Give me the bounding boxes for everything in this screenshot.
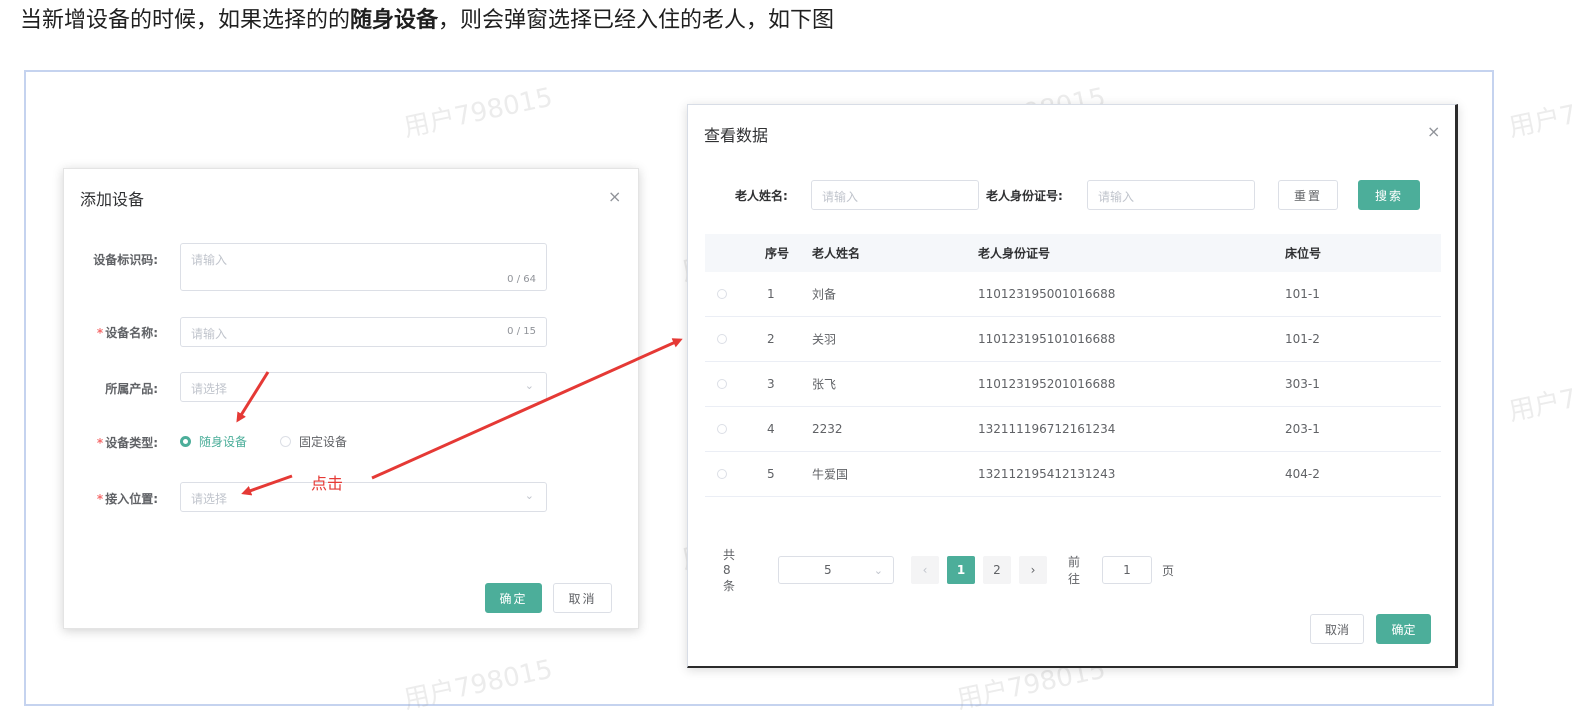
click-annotation: 点击	[311, 474, 344, 493]
table-row[interactable]: 1 刘备 110123195001016688 101-1	[705, 272, 1441, 317]
column-header: 序号	[765, 246, 790, 261]
view-data-dialog: 查看数据 × 老人姓名: 请输入 老人身份证号: 请输入 重置 搜索 序号 老人…	[687, 104, 1458, 668]
placeholder: 请输入	[191, 327, 228, 341]
table-row[interactable]: 4 2232 132111196712161234 203-1	[705, 407, 1441, 452]
elder-id-label: 老人身份证号:	[986, 189, 1063, 203]
dialog-title: 添加设备	[80, 190, 145, 209]
radio-unchecked-icon	[280, 436, 291, 447]
row-radio[interactable]	[717, 379, 727, 389]
confirm-button[interactable]: 确定	[1376, 614, 1431, 644]
confirm-button[interactable]: 确定	[485, 583, 542, 613]
row-radio[interactable]	[717, 289, 727, 299]
page-size-select[interactable]: 5 ⌄	[778, 556, 894, 584]
watermark: 用户798015	[1506, 82, 1572, 144]
cancel-button[interactable]: 取消	[553, 583, 612, 613]
placeholder: 请选择	[191, 492, 228, 506]
device-code-input[interactable]: 请输入 0 / 64	[180, 243, 547, 291]
product-select[interactable]: 请选择 ⌄	[180, 372, 547, 402]
radio-fixed-device[interactable]: 固定设备	[280, 433, 347, 450]
placeholder: 请输入	[1098, 190, 1135, 204]
dialog-title: 查看数据	[704, 126, 769, 145]
close-icon[interactable]: ×	[1427, 124, 1440, 140]
placeholder: 请选择	[191, 382, 228, 396]
table-row[interactable]: 5 牛爱国 132112195412131243 404-2	[705, 452, 1441, 497]
chevron-down-icon: ⌄	[873, 563, 883, 577]
page-2-button[interactable]: 2	[983, 556, 1011, 584]
elder-name-label: 老人姓名:	[735, 189, 788, 203]
caption-bold: 随身设备	[350, 8, 439, 33]
table-header: 序号 老人姓名 老人身份证号 床位号	[705, 234, 1441, 272]
goto-page-input[interactable]: 1	[1102, 556, 1152, 584]
chevron-down-icon: ⌄	[524, 489, 534, 502]
row-radio[interactable]	[717, 469, 727, 479]
column-header: 老人身份证号	[978, 246, 1051, 261]
location-label: * 接入位置:	[96, 492, 158, 506]
add-device-dialog: 添加设备 × 设备标识码: 请输入 0 / 64 * 设备名称: 请输入 0 / …	[63, 168, 639, 629]
elder-table: 序号 老人姓名 老人身份证号 床位号 1 刘备 1101231950010166…	[705, 234, 1441, 497]
close-icon[interactable]: ×	[608, 189, 621, 205]
reset-button[interactable]: 重置	[1278, 180, 1338, 210]
next-page-button[interactable]: ›	[1019, 556, 1047, 584]
search-button[interactable]: 搜索	[1358, 180, 1420, 210]
chevron-down-icon: ⌄	[524, 379, 534, 392]
column-header: 床位号	[1285, 246, 1322, 261]
device-name-label: * 设备名称:	[96, 326, 158, 340]
caption-text: 当新增设备的时候，如果选择的的随身设备，则会弹窗选择已经入住的老人，如下图	[20, 8, 835, 33]
watermark: 用户798015	[1506, 366, 1572, 428]
placeholder: 请输入	[822, 190, 859, 204]
table-row[interactable]: 2 关羽 110123195101016688 101-2	[705, 317, 1441, 362]
cancel-button[interactable]: 取消	[1310, 614, 1364, 644]
total-count: 共 8 条	[723, 548, 736, 593]
location-select[interactable]: 请选择 ⌄	[180, 482, 547, 512]
char-count: 0 / 64	[507, 274, 536, 285]
prev-page-button[interactable]: ‹	[911, 556, 939, 584]
goto-label: 前往	[1068, 555, 1081, 586]
elder-name-input[interactable]: 请输入	[811, 180, 979, 210]
device-code-label: 设备标识码:	[93, 253, 158, 267]
column-header: 老人姓名	[812, 246, 861, 261]
row-radio[interactable]	[717, 334, 727, 344]
char-count: 0 / 15	[507, 326, 536, 337]
page-1-button[interactable]: 1	[947, 556, 975, 584]
product-label: 所属产品:	[105, 382, 158, 396]
device-name-input[interactable]: 请输入 0 / 15	[180, 317, 547, 347]
placeholder: 请输入	[191, 253, 228, 267]
elder-id-input[interactable]: 请输入	[1087, 180, 1255, 210]
row-radio[interactable]	[717, 424, 727, 434]
radio-checked-icon	[180, 436, 191, 447]
radio-portable-device[interactable]: 随身设备	[180, 433, 247, 450]
device-type-label: * 设备类型:	[96, 436, 158, 450]
table-row[interactable]: 3 张飞 110123195201016688 303-1	[705, 362, 1441, 407]
page-suffix: 页	[1162, 563, 1175, 578]
